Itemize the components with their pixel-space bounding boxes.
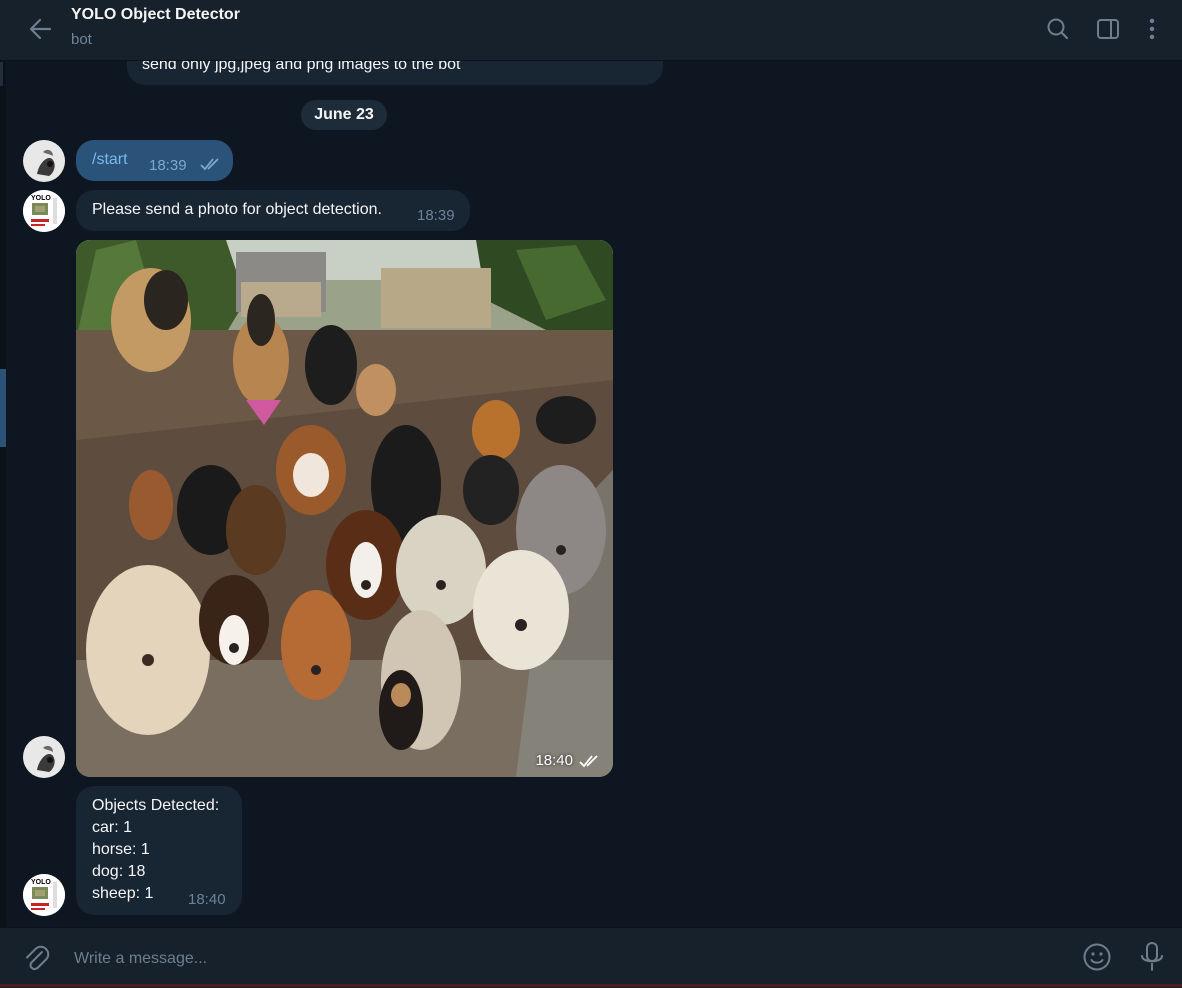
arrow-left-icon — [29, 18, 52, 40]
edge-marker — [0, 62, 3, 86]
sidebar-panel-icon — [1097, 19, 1119, 39]
dogs-group-photo — [76, 240, 613, 777]
message-list[interactable]: send only jpg,jpeg and png images to the… — [6, 61, 1182, 927]
chat-header: YOLO Object Detector bot — [0, 0, 1182, 61]
yolo-logo-icon: YOLO — [23, 190, 65, 232]
chat-title[interactable]: YOLO Object Detector — [71, 6, 240, 24]
photo-time: 18:40 — [535, 752, 601, 769]
message-time: 18:39 — [149, 157, 187, 174]
more-menu-button[interactable] — [1137, 14, 1167, 44]
date-separator: June 23 — [301, 100, 387, 130]
search-icon — [1047, 18, 1069, 40]
bot-prompt-message[interactable]: Please send a photo for object detection… — [76, 190, 470, 231]
sidebar-toggle-button[interactable] — [1093, 14, 1123, 44]
paperclip-icon — [26, 945, 50, 971]
bot-avatar[interactable]: YOLO — [23, 874, 65, 916]
user-avatar[interactable] — [23, 736, 65, 778]
start-command-text[interactable]: /start — [92, 151, 128, 169]
result-title: Objects Detected: — [92, 797, 220, 814]
double-check-read-icon — [200, 158, 219, 171]
attach-button[interactable] — [20, 942, 52, 974]
microphone-icon — [1141, 942, 1163, 971]
dogs-photo-message[interactable]: 18:40 — [76, 240, 613, 777]
message-composer — [0, 927, 1182, 988]
svg-text:YOLO: YOLO — [31, 879, 51, 886]
more-vertical-icon — [1149, 18, 1155, 40]
user-avatar[interactable] — [23, 140, 65, 182]
chat-status: bot — [71, 31, 92, 48]
result-line-sheep: sheep: 1 — [92, 885, 154, 902]
user-profile-image-icon — [23, 140, 65, 182]
svg-text:YOLO: YOLO — [31, 195, 51, 202]
search-button[interactable] — [1043, 14, 1073, 44]
message-time: 18:39 — [417, 207, 455, 224]
previous-message-text: send only jpg,jpeg and png images to the… — [142, 61, 461, 73]
back-button[interactable] — [20, 14, 60, 44]
message-time: 18:40 — [188, 891, 226, 908]
result-line-car: car: 1 — [92, 819, 133, 836]
bot-avatar[interactable]: YOLO — [23, 190, 65, 232]
voice-record-button[interactable] — [1136, 940, 1168, 974]
result-line-dog: dog: 18 — [92, 863, 146, 880]
message-input[interactable] — [72, 946, 1066, 972]
result-line-horse: horse: 1 — [92, 841, 150, 858]
emoji-button[interactable] — [1081, 941, 1113, 973]
message-time: 18:40 — [535, 752, 573, 769]
bot-prompt-text: Please send a photo for object detection… — [92, 201, 382, 218]
user-profile-image-icon — [23, 736, 65, 778]
yolo-logo-icon: YOLO — [23, 874, 65, 916]
detection-result-message[interactable]: Objects Detected: car: 1 horse: 1 dog: 1… — [76, 786, 242, 915]
user-start-message[interactable]: /start 18:39 — [76, 140, 233, 181]
double-check-read-icon — [579, 754, 598, 767]
smiley-icon — [1083, 943, 1111, 971]
